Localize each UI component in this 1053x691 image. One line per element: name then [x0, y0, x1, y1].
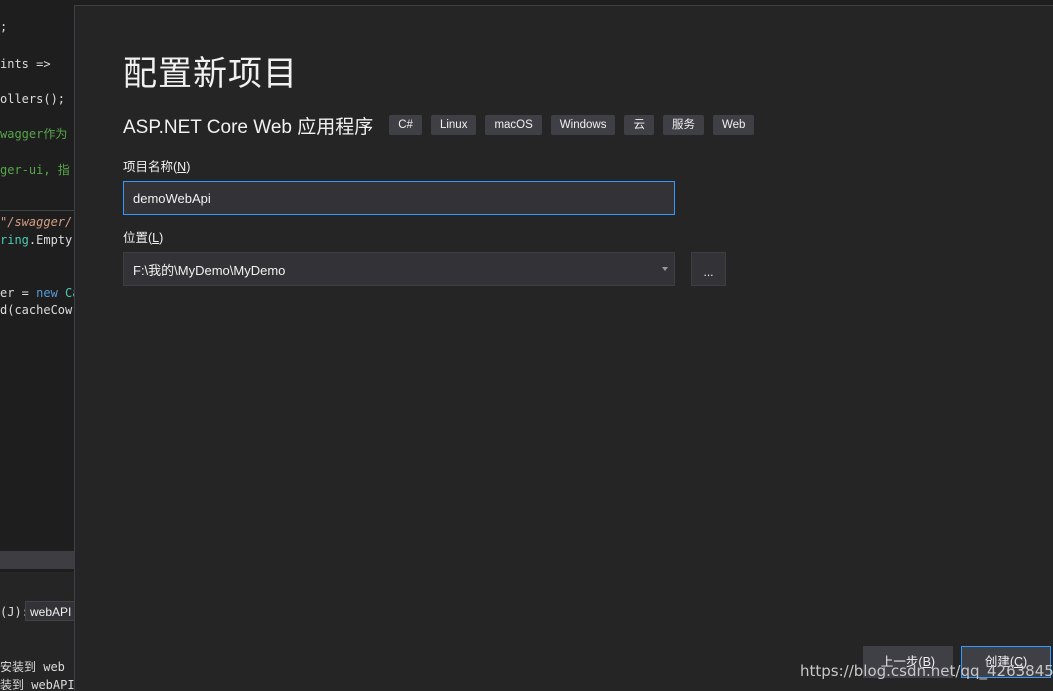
location-label: 位置(L)	[123, 231, 164, 245]
code-line: ints =>	[0, 57, 51, 71]
editor-divider	[0, 210, 74, 211]
code-line: ring.Empty	[0, 233, 72, 247]
watermark: https://blog.csdn.net/qq_42638454	[800, 662, 1053, 680]
tag-macos: macOS	[485, 115, 542, 135]
code-token: ;	[0, 20, 8, 34]
code-line: ger-ui, 指	[0, 163, 70, 177]
code-token: d(cacheCow	[0, 303, 73, 317]
output-panel: (J): 安装到 web 装到 webAPI	[0, 572, 74, 691]
code-token: er =	[0, 286, 37, 300]
code-line: er = new Ca	[0, 286, 74, 300]
code-line: "/swagger/	[0, 215, 72, 229]
code-token: ger-ui, 指	[0, 163, 70, 177]
browse-button[interactable]: ...	[691, 252, 726, 286]
location-value: F:\我的\MyDemo\MyDemo	[133, 262, 286, 278]
tag-windows: Windows	[550, 115, 616, 135]
code-token: new	[36, 286, 58, 300]
output-source-combo[interactable]: webAPI	[25, 601, 74, 621]
code-token: Ca	[65, 286, 74, 300]
code-token: .Empty	[28, 233, 73, 247]
configure-project-dialog: 配置新项目 ASP.NET Core Web 应用程序 C# Linux mac…	[74, 5, 1053, 691]
code-line: ;	[0, 20, 7, 34]
project-name-input[interactable]: demoWebApi	[123, 181, 675, 215]
code-token: ollers();	[0, 92, 66, 106]
code-token: "/swagger/	[0, 215, 73, 229]
code-line: wagger作为	[0, 127, 67, 141]
template-row: ASP.NET Core Web 应用程序 C# Linux macOS Win…	[123, 112, 763, 138]
background-editor: ; ints => ollers(); wagger作为 ger-ui, 指 "/swag…	[0, 0, 74, 691]
tag-cloud: 云	[624, 115, 654, 135]
location-combo[interactable]: F:\我的\MyDemo\MyDemo	[123, 252, 675, 286]
code-token: ring	[0, 233, 29, 247]
code-token: ints =>	[0, 57, 51, 71]
page-title: 配置新项目	[123, 55, 298, 93]
code-editor: ; ints => ollers(); wagger作为 ger-ui, 指 "/swag…	[0, 0, 74, 550]
tag-service: 服务	[662, 115, 704, 135]
editor-horizontal-scrollbar[interactable]	[0, 551, 74, 569]
code-token: wagger作为	[0, 127, 68, 141]
chevron-down-icon[interactable]	[662, 267, 668, 271]
code-line: ollers();	[0, 92, 65, 106]
output-line: 装到 webAPI	[0, 678, 74, 691]
project-name-label: 项目名称(N)	[123, 160, 191, 174]
tag-linux: Linux	[430, 115, 477, 135]
tag-csharp: C#	[389, 115, 422, 135]
project-name-value: demoWebApi	[133, 190, 211, 206]
code-line: d(cacheCow	[0, 303, 72, 317]
output-line: 安装到 web	[0, 660, 65, 674]
tag-web: Web	[712, 115, 755, 135]
template-name: ASP.NET Core Web 应用程序	[123, 116, 374, 138]
